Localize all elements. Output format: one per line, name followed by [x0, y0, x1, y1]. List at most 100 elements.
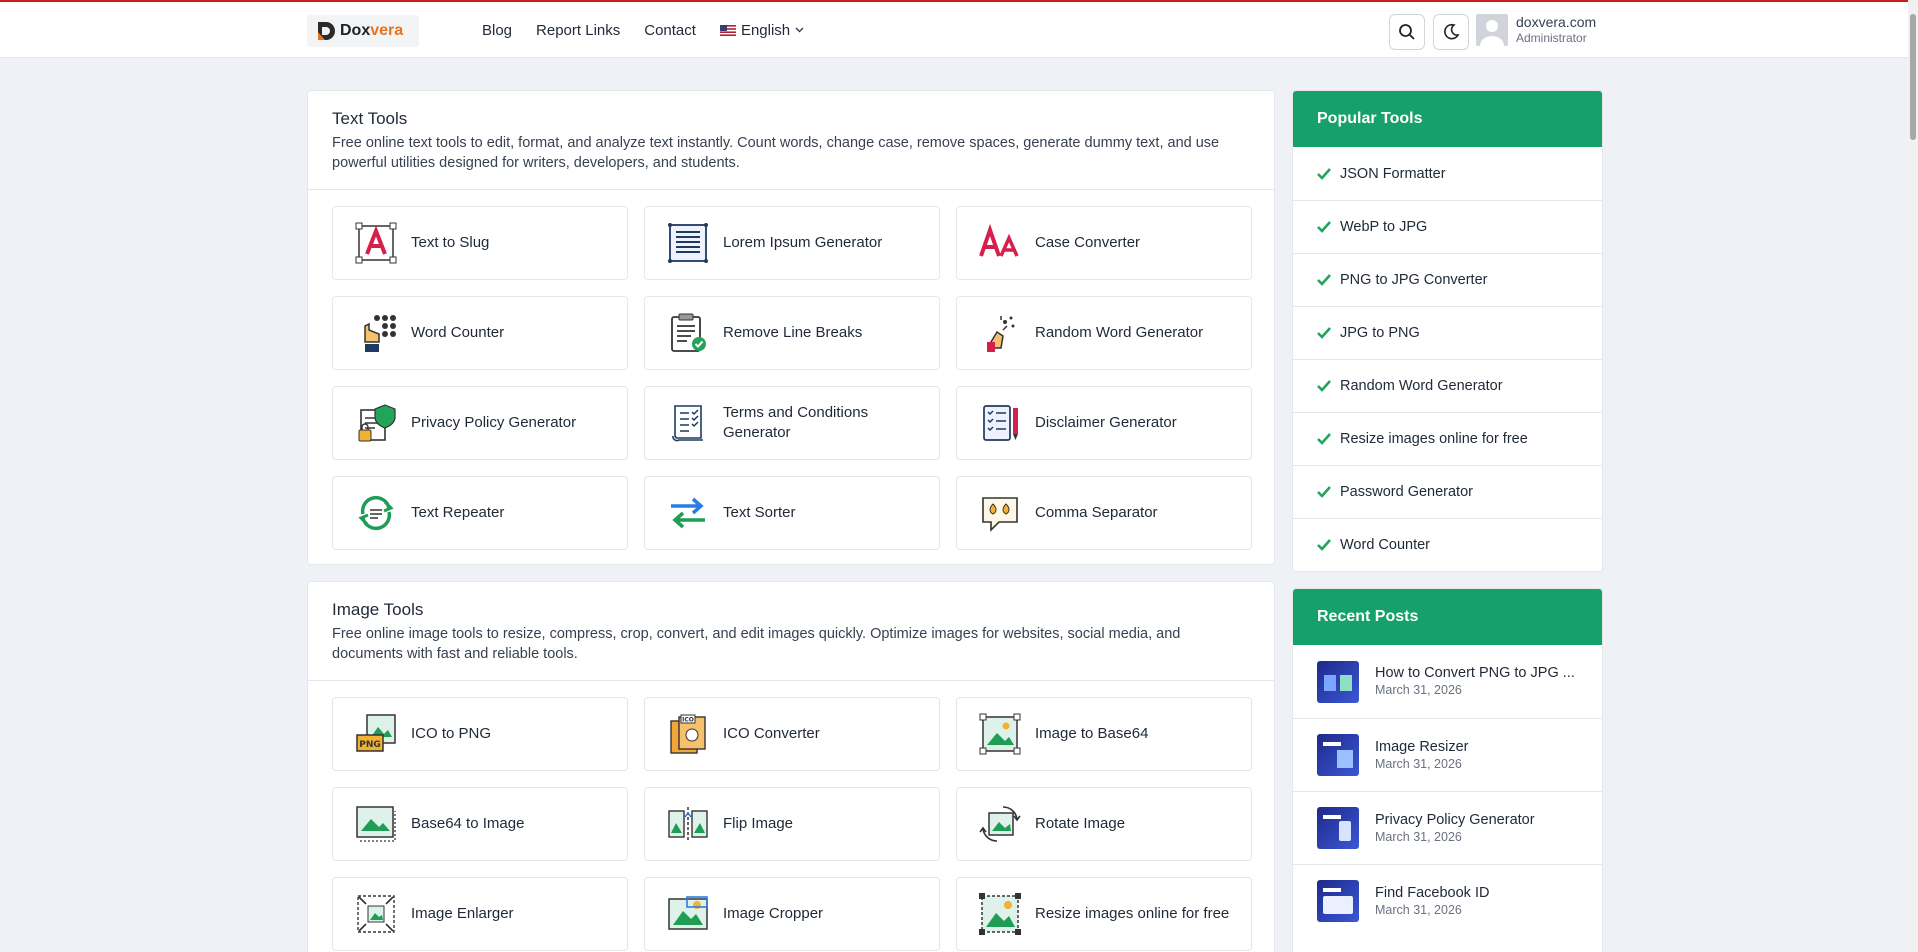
- check-icon: [1317, 486, 1331, 498]
- popular-tools-widget: Popular Tools JSON Formatter WebP to JPG…: [1292, 90, 1603, 572]
- recent-posts-widget: Recent Posts How to Convert PNG to JPG .…: [1292, 588, 1603, 952]
- check-icon: [1317, 433, 1331, 445]
- dark-mode-toggle[interactable]: [1433, 14, 1469, 50]
- post-title: Image Resizer: [1375, 738, 1469, 755]
- language-label: English: [740, 21, 791, 39]
- post-thumbnail: [1317, 660, 1359, 703]
- image-cropper-icon: [668, 896, 708, 930]
- section-title: Text Tools: [332, 109, 408, 128]
- flip-image-icon: [668, 807, 708, 841]
- chevron-down-icon: [795, 27, 804, 33]
- tool-card-image-cropper[interactable]: Image Cropper: [644, 877, 940, 951]
- tool-card-case-converter[interactable]: Case Converter: [956, 206, 1252, 280]
- ico-png-icon: PNG: [356, 714, 396, 752]
- tool-card-comma-separator[interactable]: Comma Separator: [956, 476, 1252, 550]
- moon-icon: [1444, 23, 1460, 40]
- sort-arrows-icon: [671, 497, 705, 529]
- site-header: Doxvera Blog Report Links Contact Englis…: [0, 2, 1908, 58]
- post-thumbnail: [1317, 807, 1359, 849]
- text-slug-icon: [355, 222, 397, 264]
- popular-tool-item[interactable]: WebP to JPG: [1293, 200, 1602, 253]
- tool-card-remove-line-breaks[interactable]: Remove Line Breaks: [644, 296, 940, 370]
- tool-card-text-sorter[interactable]: Text Sorter: [644, 476, 940, 550]
- post-date: March 31, 2026: [1375, 756, 1462, 771]
- popular-tool-item[interactable]: Password Generator: [1293, 465, 1602, 518]
- popular-tool-item[interactable]: Resize images online for free: [1293, 412, 1602, 465]
- logo-text: Doxvera: [340, 22, 404, 39]
- popular-tool-item[interactable]: JSON Formatter: [1293, 147, 1602, 200]
- us-flag-icon: [719, 24, 736, 36]
- check-icon: [1317, 380, 1331, 392]
- recent-post-item[interactable]: Privacy Policy Generator March 31, 2026: [1293, 791, 1602, 864]
- random-word-icon: [987, 316, 1015, 352]
- image-enlarger-icon: [357, 895, 395, 933]
- tool-card-rotate-image[interactable]: Rotate Image: [956, 787, 1252, 861]
- post-date: March 31, 2026: [1375, 683, 1462, 697]
- post-thumbnail: [1317, 734, 1359, 776]
- recent-post-item[interactable]: Image Resizer March 31, 2026: [1293, 718, 1602, 791]
- svg-text:PNG: PNG: [359, 740, 381, 750]
- popular-tool-item[interactable]: PNG to JPG Converter: [1293, 253, 1602, 306]
- language-selector[interactable]: English: [719, 21, 804, 39]
- tool-card-lorem-ipsum[interactable]: Lorem Ipsum Generator: [644, 206, 940, 280]
- image-tools-section: Image Tools Free online image tools to r…: [307, 581, 1275, 952]
- main-nav: Blog Report Links Contact English: [482, 2, 804, 58]
- comma-icon: [982, 497, 1018, 532]
- post-date: March 31, 2026: [1375, 829, 1462, 844]
- ico-converter-icon: ICO: [670, 714, 706, 754]
- recent-post-item[interactable]: Find Facebook ID March 31, 2026: [1293, 864, 1602, 937]
- post-title: Privacy Policy Generator: [1375, 811, 1535, 828]
- tool-card-word-counter[interactable]: Word Counter: [332, 296, 628, 370]
- post-title: Find Facebook ID: [1375, 884, 1490, 901]
- tool-card-text-repeater[interactable]: Text Repeater: [332, 476, 628, 550]
- user-menu[interactable]: doxvera.com Administrator: [1476, 14, 1596, 46]
- nav-report-links[interactable]: Report Links: [536, 22, 620, 39]
- section-description: Free online text tools to edit, format, …: [332, 135, 1220, 171]
- tool-card-ico-converter[interactable]: ICO ICO Converter: [644, 697, 940, 771]
- tool-card-text-to-slug[interactable]: Text to Slug: [332, 206, 628, 280]
- tool-card-image-enlarger[interactable]: Image Enlarger: [332, 877, 628, 951]
- tool-card-ico-to-png[interactable]: PNG ICO to PNG: [332, 697, 628, 771]
- popular-tool-item[interactable]: Random Word Generator: [1293, 359, 1602, 412]
- scrollbar-thumb[interactable]: [1910, 14, 1916, 140]
- case-converter-icon: [979, 223, 1019, 257]
- base64-image-icon: [356, 806, 396, 842]
- privacy-policy-icon: [358, 404, 396, 442]
- check-icon: [1317, 167, 1331, 180]
- widget-title: Recent Posts: [1293, 589, 1602, 645]
- tool-card-terms-conditions[interactable]: Terms and Conditions Generator: [644, 386, 940, 460]
- image-resize-icon: [979, 893, 1021, 935]
- tool-card-disclaimer[interactable]: Disclaimer Generator: [956, 386, 1252, 460]
- avatar: [1476, 14, 1508, 46]
- search-icon: [1399, 24, 1415, 40]
- site-logo[interactable]: Doxvera: [307, 15, 419, 47]
- popular-tool-item[interactable]: JPG to PNG: [1293, 306, 1602, 359]
- search-button[interactable]: [1389, 14, 1425, 50]
- popular-tool-item[interactable]: Word Counter: [1293, 518, 1602, 571]
- nav-blog[interactable]: Blog: [482, 22, 512, 39]
- check-icon: [1317, 327, 1331, 339]
- section-title: Image Tools: [332, 600, 424, 619]
- check-icon: [1317, 221, 1331, 233]
- scrollbar[interactable]: [1908, 0, 1918, 952]
- recent-post-item[interactable]: How to Convert PNG to JPG ... March 31, 2…: [1293, 645, 1602, 718]
- repeat-icon: [358, 495, 394, 531]
- check-icon: [1317, 274, 1331, 286]
- svg-text:ICO: ICO: [682, 717, 694, 724]
- check-icon: [1317, 539, 1331, 551]
- text-tools-section: Text Tools Free online text tools to edi…: [307, 90, 1275, 565]
- image-base64-icon: [979, 713, 1021, 755]
- tool-card-resize-images[interactable]: Resize images online for free: [956, 877, 1252, 951]
- tool-card-image-to-base64[interactable]: Image to Base64: [956, 697, 1252, 771]
- section-description: Free online image tools to resize, compr…: [332, 626, 1181, 662]
- rotate-image-icon: [979, 806, 1021, 842]
- post-thumbnail: [1317, 880, 1359, 922]
- logo-mark-icon: [318, 22, 335, 40]
- tool-card-privacy-policy[interactable]: Privacy Policy Generator: [332, 386, 628, 460]
- post-title: How to Convert PNG to JPG ...: [1375, 665, 1575, 681]
- tool-card-flip-image[interactable]: Flip Image: [644, 787, 940, 861]
- lorem-ipsum-icon: [668, 223, 708, 263]
- tool-card-random-word[interactable]: Random Word Generator: [956, 296, 1252, 370]
- tool-card-base64-to-image[interactable]: Base64 to Image: [332, 787, 628, 861]
- nav-contact[interactable]: Contact: [644, 22, 696, 39]
